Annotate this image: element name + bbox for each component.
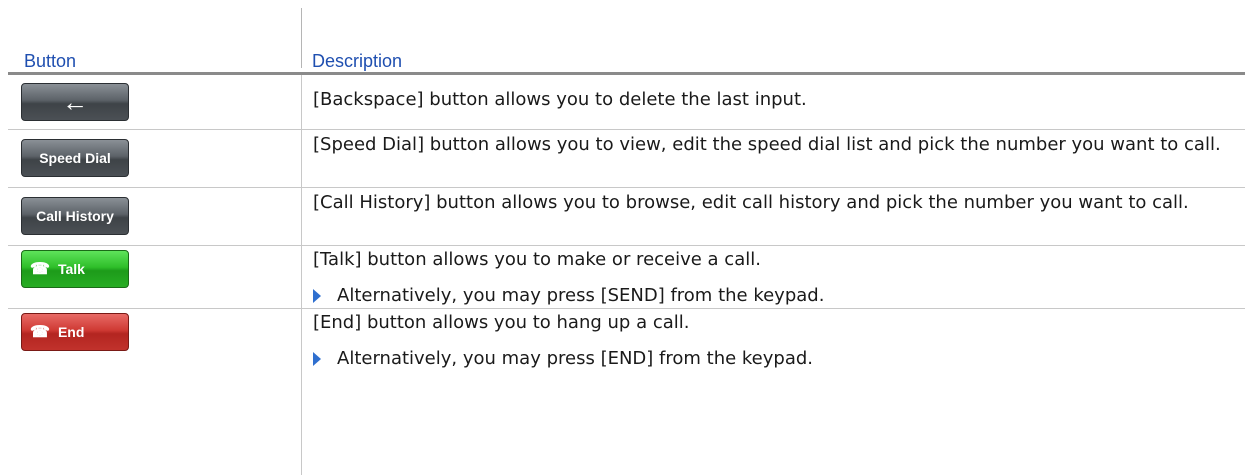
end-label: End bbox=[57, 324, 85, 340]
header-divider bbox=[301, 8, 302, 68]
bullet-text: Alternatively, you may press [SEND] from… bbox=[337, 285, 825, 306]
row-description: [Backspace] button allows you to delete … bbox=[313, 89, 807, 110]
backspace-arrow-icon: ← bbox=[62, 87, 88, 117]
row-description: [Speed Dial] button allows you to view, … bbox=[313, 134, 1221, 155]
button-description-table: Button Description ← [Backspace] button … bbox=[8, 8, 1245, 475]
call-history-label: Call History bbox=[36, 208, 114, 224]
bullet-text: Alternatively, you may press [END] from … bbox=[337, 348, 814, 369]
table-row: ☎ End [End] button allows you to hang up… bbox=[8, 309, 1245, 475]
call-history-button[interactable]: Call History bbox=[21, 197, 129, 235]
row-description: [Talk] button allows you to make or rece… bbox=[313, 249, 761, 270]
table-row: ☎ Talk [Talk] button allows you to make … bbox=[8, 246, 1245, 309]
backspace-button[interactable]: ← bbox=[21, 83, 129, 121]
table-row: Speed Dial [Speed Dial] button allows yo… bbox=[8, 130, 1245, 188]
bullet-triangle-icon bbox=[313, 352, 321, 366]
table-row: ← [Backspace] button allows you to delet… bbox=[8, 75, 1245, 130]
bullet-triangle-icon bbox=[313, 289, 321, 303]
table-row: Call History [Call History] button allow… bbox=[8, 188, 1245, 246]
end-button[interactable]: ☎ End bbox=[21, 313, 129, 351]
row-description: [End] button allows you to hang up a cal… bbox=[313, 312, 690, 333]
speed-dial-button[interactable]: Speed Dial bbox=[21, 139, 129, 177]
phone-icon: ☎ bbox=[30, 261, 50, 278]
table-header: Button Description bbox=[8, 8, 1245, 71]
talk-label: Talk bbox=[57, 261, 85, 277]
header-button: Button bbox=[24, 51, 77, 71]
header-description: Description bbox=[312, 51, 403, 71]
row-description: [Call History] button allows you to brow… bbox=[313, 192, 1189, 213]
bullet-item: Alternatively, you may press [END] from … bbox=[313, 347, 1239, 371]
talk-button[interactable]: ☎ Talk bbox=[21, 250, 129, 288]
bullet-item: Alternatively, you may press [SEND] from… bbox=[313, 284, 1239, 308]
speed-dial-label: Speed Dial bbox=[39, 150, 111, 166]
phone-icon: ☎ bbox=[30, 324, 50, 341]
